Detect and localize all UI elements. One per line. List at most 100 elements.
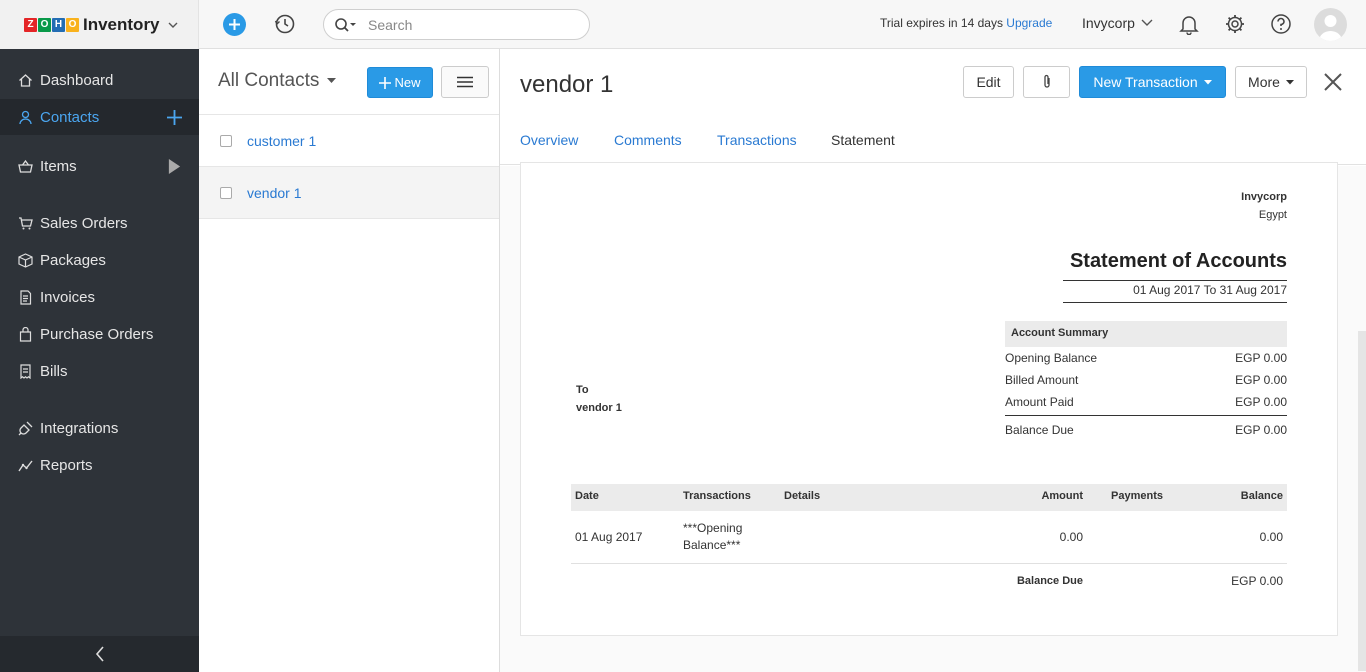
- sidebar-item-label: Invoices: [40, 288, 96, 306]
- view-selector[interactable]: All Contacts: [218, 70, 337, 92]
- sidebar-item-label: Purchase Orders: [40, 325, 154, 343]
- bill-icon: [20, 363, 31, 379]
- close-icon[interactable]: [1322, 71, 1344, 93]
- contacts-list-panel: All Contacts New customer 1 vendor 1: [199, 49, 500, 672]
- summary-row: Billed Amount EGP 0.00: [1005, 373, 1287, 387]
- user-icon: [19, 110, 32, 124]
- transactions-table: Date Transactions Details Amount Payment…: [571, 484, 1287, 598]
- top-bar: Z O H O Inventory Trial expires in 14 da…: [0, 0, 1366, 49]
- tab-statement[interactable]: Statement: [831, 131, 895, 165]
- chevron-right-icon: [168, 158, 181, 174]
- statement-document: Invycorp Egypt Statement of Accounts 01 …: [520, 162, 1338, 636]
- caret-down-icon: [327, 78, 337, 83]
- list-header: All Contacts New: [199, 49, 499, 115]
- sidebar-item-invoices[interactable]: Invoices: [0, 279, 199, 315]
- caret-down-icon: [1203, 79, 1212, 84]
- sidebar-item-label: Integrations: [40, 419, 119, 437]
- row-checkbox[interactable]: [220, 134, 232, 147]
- sidebar-item-label: Dashboard: [40, 71, 114, 89]
- cart-icon: [19, 216, 33, 229]
- avatar[interactable]: [1314, 8, 1347, 41]
- sidebar-item-label: Items: [40, 157, 77, 175]
- upgrade-link[interactable]: Upgrade: [1006, 16, 1052, 30]
- sidebar: Dashboard Contacts Items Sales Orders Pa…: [0, 49, 199, 672]
- search-icon[interactable]: [334, 17, 358, 33]
- org-switcher[interactable]: Invycorp: [1082, 15, 1153, 31]
- contact-name-link[interactable]: vendor 1: [247, 185, 301, 201]
- sidebar-item-contacts[interactable]: Contacts: [0, 99, 199, 135]
- account-summary-header: Account Summary: [1005, 321, 1287, 347]
- tab-overview[interactable]: Overview: [520, 131, 578, 165]
- sidebar-item-sales-orders[interactable]: Sales Orders: [0, 205, 199, 241]
- quick-create-button[interactable]: [223, 13, 246, 36]
- home-icon: [19, 73, 32, 87]
- list-options-button[interactable]: [441, 66, 489, 98]
- sidebar-item-label: Contacts: [40, 108, 100, 126]
- basket-icon: [18, 159, 33, 173]
- org-name: Invycorp: [1082, 15, 1135, 31]
- product-name: Inventory: [83, 14, 160, 34]
- collapse-sidebar-button[interactable]: [0, 636, 199, 672]
- sidebar-item-packages[interactable]: Packages: [0, 242, 199, 278]
- summary-row: Opening Balance EGP 0.00: [1005, 351, 1287, 365]
- summary-total-row: Balance Due EGP 0.00: [1005, 415, 1287, 441]
- summary-row: Amount Paid EGP 0.00: [1005, 395, 1287, 409]
- attach-button[interactable]: [1023, 66, 1070, 98]
- statement-period: 01 Aug 2017 To 31 Aug 2017: [1063, 280, 1287, 303]
- row-checkbox[interactable]: [220, 186, 232, 199]
- statement-title: Statement of Accounts: [1069, 250, 1287, 272]
- chevron-down-icon: [168, 22, 178, 28]
- sidebar-item-label: Packages: [40, 251, 106, 269]
- scrollbar[interactable]: [1358, 331, 1366, 671]
- new-transaction-button[interactable]: New Transaction: [1079, 66, 1226, 98]
- app-switcher[interactable]: Z O H O Inventory: [0, 0, 199, 49]
- user-silhouette-icon: [1319, 15, 1342, 41]
- table-footer: Balance Due EGP 0.00: [1016, 574, 1283, 588]
- list-item[interactable]: vendor 1: [199, 167, 499, 219]
- plus-icon: [379, 76, 392, 89]
- plus-icon[interactable]: [167, 109, 182, 125]
- sidebar-item-label: Sales Orders: [40, 214, 128, 232]
- bell-icon[interactable]: [1178, 13, 1200, 35]
- sidebar-item-dashboard[interactable]: Dashboard: [0, 62, 199, 98]
- table-row: 01 Aug 2017 ***Opening Balance*** 0.00 0…: [571, 511, 1287, 564]
- search-box[interactable]: [323, 9, 590, 40]
- help-icon[interactable]: [1270, 13, 1292, 35]
- statement-recipient: To vendor 1: [576, 384, 622, 414]
- statement-org-address: Invycorp Egypt: [1241, 191, 1287, 221]
- tab-comments[interactable]: Comments: [614, 131, 682, 165]
- sidebar-item-reports[interactable]: Reports: [0, 447, 199, 483]
- page-title: vendor 1: [520, 71, 614, 98]
- tab-transactions[interactable]: Transactions: [717, 131, 797, 165]
- hamburger-icon: [457, 76, 473, 88]
- list-title: All Contacts: [218, 70, 320, 91]
- invoice-icon: [20, 289, 32, 305]
- statement-scroll-area[interactable]: Invycorp Egypt Statement of Accounts 01 …: [500, 162, 1366, 672]
- account-summary: Account Summary Opening Balance EGP 0.00…: [1005, 321, 1287, 441]
- package-icon: [18, 252, 33, 268]
- table-header: Date Transactions Details Amount Payment…: [571, 484, 1287, 511]
- plug-icon: [18, 421, 33, 435]
- detail-tabs: Overview Comments Transactions Statement: [500, 131, 1366, 165]
- chart-icon: [18, 460, 33, 471]
- contact-detail-panel: vendor 1 Edit New Transaction More Overv…: [500, 49, 1366, 672]
- sidebar-item-integrations[interactable]: Integrations: [0, 410, 199, 446]
- edit-button[interactable]: Edit: [963, 66, 1014, 98]
- new-contact-button[interactable]: New: [367, 67, 433, 98]
- chevron-down-icon: [1141, 19, 1153, 26]
- sidebar-item-label: Reports: [40, 456, 93, 474]
- list-item[interactable]: customer 1: [199, 115, 499, 167]
- gear-icon[interactable]: [1224, 13, 1246, 35]
- contact-name-link[interactable]: customer 1: [247, 133, 316, 149]
- bag-icon: [19, 326, 32, 342]
- sidebar-item-bills[interactable]: Bills: [0, 353, 199, 389]
- more-button[interactable]: More: [1235, 66, 1307, 98]
- zoho-logo: Z O H O: [24, 17, 79, 32]
- chevron-left-icon: [95, 646, 104, 662]
- trial-text: Trial expires in 14 days: [880, 16, 1003, 30]
- search-input[interactable]: [368, 16, 568, 33]
- sidebar-item-items[interactable]: Items: [0, 148, 199, 184]
- plus-icon: [229, 19, 240, 30]
- sidebar-item-purchase-orders[interactable]: Purchase Orders: [0, 316, 199, 352]
- history-icon[interactable]: [274, 13, 296, 35]
